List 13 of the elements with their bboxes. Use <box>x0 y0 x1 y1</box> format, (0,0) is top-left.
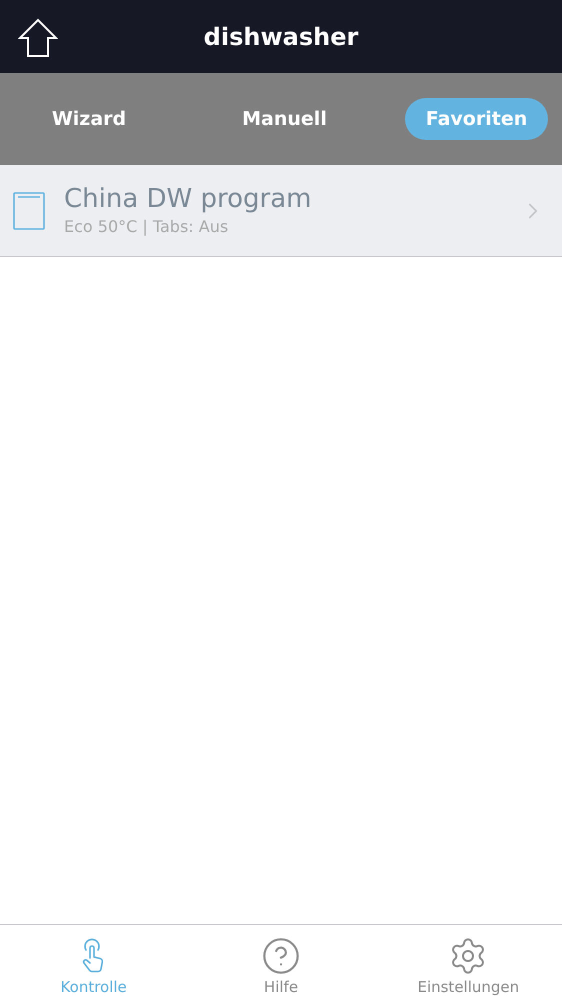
nav-item[interactable]: Hilfe <box>187 925 375 1000</box>
tab[interactable]: Manuell <box>210 98 360 140</box>
tab[interactable]: Favoriten <box>405 98 548 140</box>
screen-title: dishwasher <box>204 22 358 52</box>
nav-item[interactable]: Einstellungen <box>374 925 562 1000</box>
help-icon <box>260 936 301 976</box>
home-icon[interactable] <box>18 18 58 58</box>
dishwasher-icon <box>13 192 45 230</box>
favorite-subtitle: Eco 50°C | Tabs: Aus <box>64 216 230 238</box>
favorite-title: China DW program <box>64 182 313 214</box>
tab[interactable]: Wizard <box>14 98 164 140</box>
favorite-row[interactable]: China DW program Eco 50°C | Tabs: Aus <box>0 165 562 257</box>
nav-item[interactable]: Kontrolle <box>0 925 188 1000</box>
